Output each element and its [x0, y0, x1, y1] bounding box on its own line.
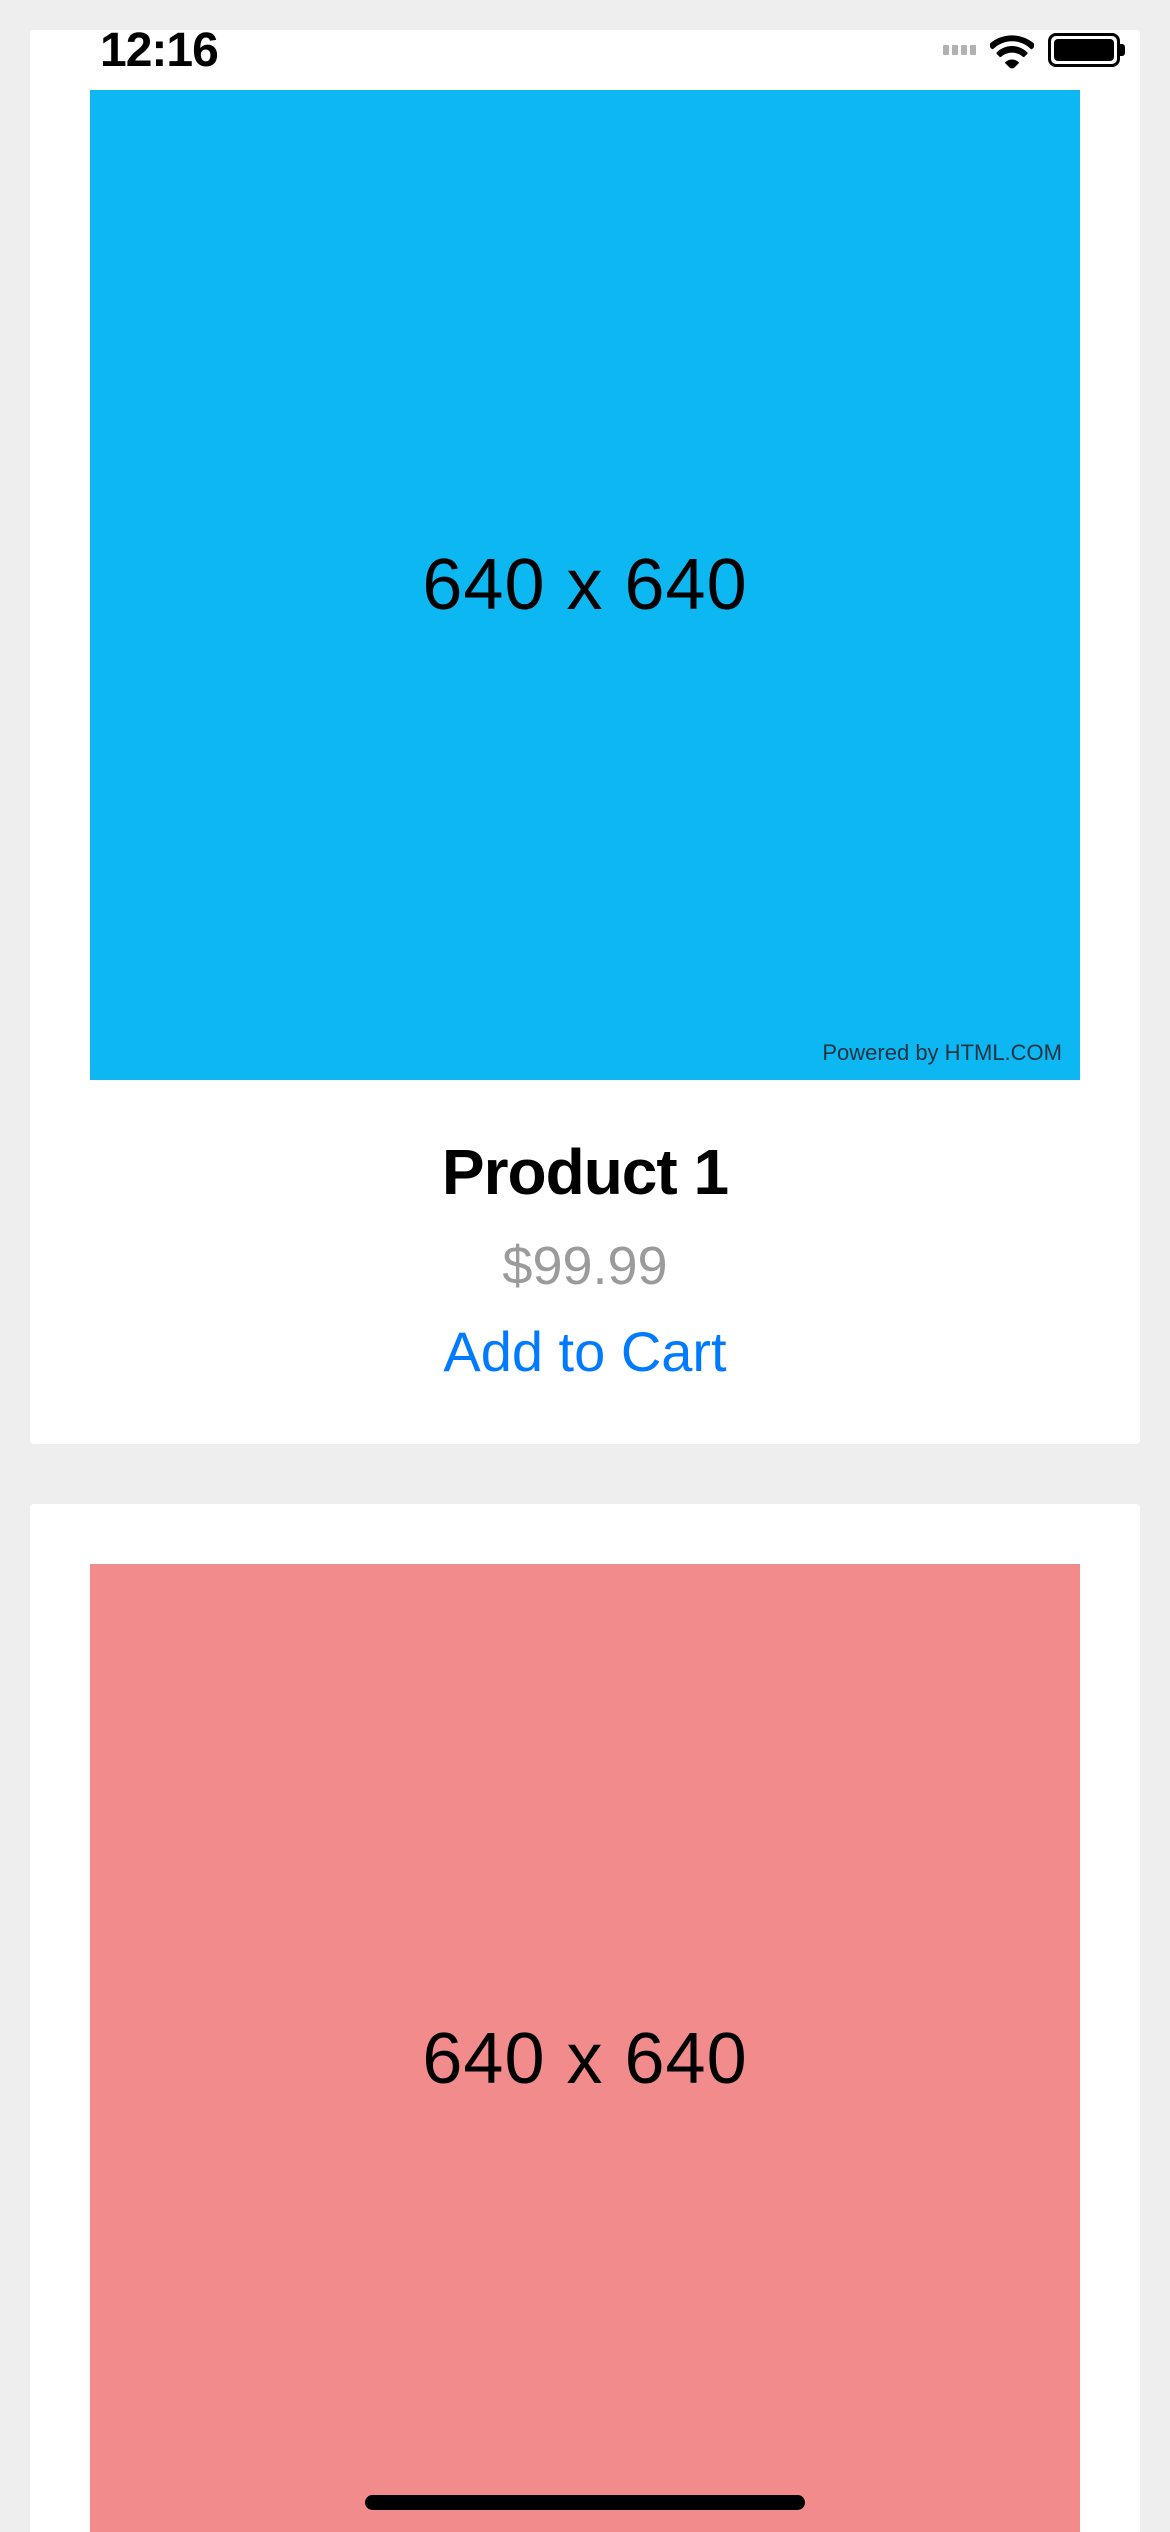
- product-info: Product 1 $99.99 Add to Cart: [90, 1080, 1080, 1384]
- cellular-icon: [943, 45, 976, 55]
- product-card[interactable]: 640 x 640: [30, 1504, 1140, 2532]
- product-list[interactable]: 640 x 640 Powered by HTML.COM Product 1 …: [0, 0, 1170, 2532]
- image-dimensions-label: 640 x 640: [422, 2018, 747, 2100]
- home-indicator[interactable]: [365, 2495, 805, 2510]
- status-bar: 12:16: [0, 0, 1170, 100]
- battery-icon: [1048, 33, 1120, 67]
- product-image-placeholder: 640 x 640: [90, 1564, 1080, 2532]
- image-dimensions-label: 640 x 640: [422, 544, 747, 626]
- status-indicators: [943, 30, 1120, 70]
- wifi-icon: [990, 30, 1034, 70]
- add-to-cart-button[interactable]: Add to Cart: [443, 1319, 726, 1384]
- product-title: Product 1: [90, 1135, 1080, 1209]
- image-attribution: Powered by HTML.COM: [822, 1040, 1062, 1066]
- status-time: 12:16: [100, 23, 218, 78]
- product-price: $99.99: [90, 1235, 1080, 1297]
- product-image-placeholder: 640 x 640 Powered by HTML.COM: [90, 90, 1080, 1080]
- product-card[interactable]: 640 x 640 Powered by HTML.COM Product 1 …: [30, 30, 1140, 1444]
